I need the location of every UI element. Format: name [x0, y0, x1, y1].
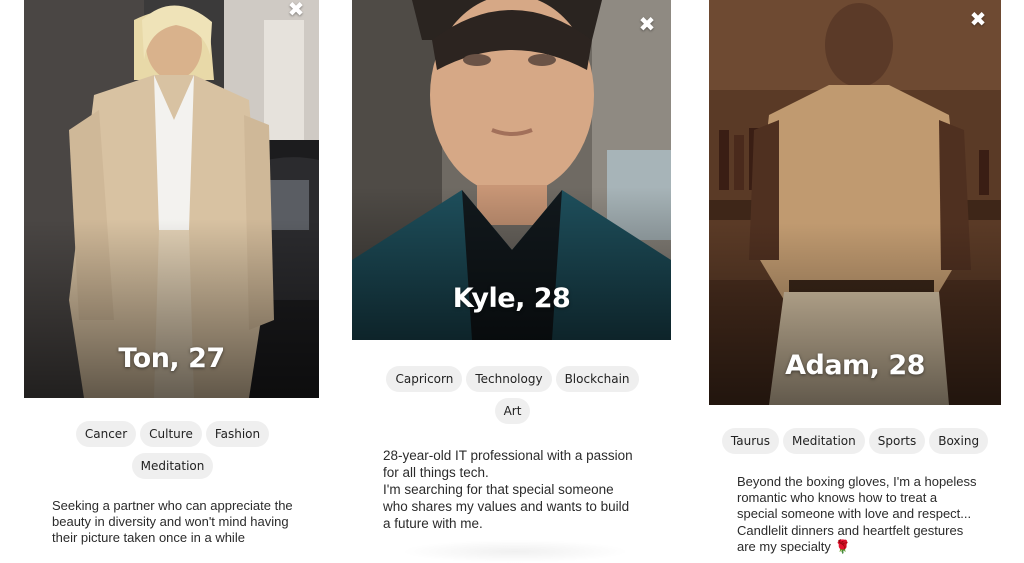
tag-item[interactable]: Sports — [868, 428, 926, 454]
profile-photo-adam[interactable]: Adam, 28 ✖ — [709, 0, 1001, 405]
bottom-fade — [400, 540, 630, 563]
tag-item[interactable]: Cancer — [75, 421, 137, 447]
tag-item[interactable]: Boxing — [929, 428, 989, 454]
tag-item[interactable]: Art — [494, 398, 531, 424]
bio-text: 28-year-old IT professional with a passi… — [383, 448, 633, 531]
profile-photo-ton[interactable]: Ton, 27 ✖ — [24, 0, 319, 398]
profile-bio: Beyond the boxing gloves, I'm a hopeless… — [737, 474, 1012, 555]
tag-item[interactable]: Technology — [466, 366, 552, 392]
profile-name-age: Adam, 28 — [785, 350, 925, 381]
profile-photo-kyle[interactable]: Kyle, 28 ✖ — [352, 0, 671, 340]
tag-item[interactable]: Blockchain — [555, 366, 639, 392]
profile-bio: 28-year-old IT professional with a passi… — [383, 447, 673, 532]
photo-gradient-overlay — [352, 187, 671, 340]
interest-tags: Taurus Meditation Sports Boxing — [721, 428, 989, 454]
close-icon[interactable]: ✖ — [967, 8, 989, 30]
profile-bio: Seeking a partner who can appreciate the… — [52, 498, 322, 547]
profile-name-age: Ton, 27 — [118, 343, 225, 374]
tag-item[interactable]: Culture — [140, 421, 202, 447]
tag-item[interactable]: Capricorn — [386, 366, 463, 392]
tag-item[interactable]: Meditation — [131, 453, 214, 479]
interest-tags: Capricorn Technology Blockchain Art — [385, 366, 640, 424]
bio-text: Beyond the boxing gloves, I'm a hopeless… — [737, 474, 977, 554]
tag-item[interactable]: Taurus — [721, 428, 780, 454]
bio-text: Seeking a partner who can appreciate the… — [52, 498, 293, 546]
tag-item[interactable]: Fashion — [205, 421, 270, 447]
profile-name-age: Kyle, 28 — [452, 283, 571, 314]
close-icon[interactable]: ✖ — [636, 13, 658, 35]
close-icon[interactable]: ✖ — [285, 0, 307, 20]
interest-tags: Cancer Culture Fashion Meditation — [60, 421, 285, 479]
tag-item[interactable]: Meditation — [783, 428, 865, 454]
